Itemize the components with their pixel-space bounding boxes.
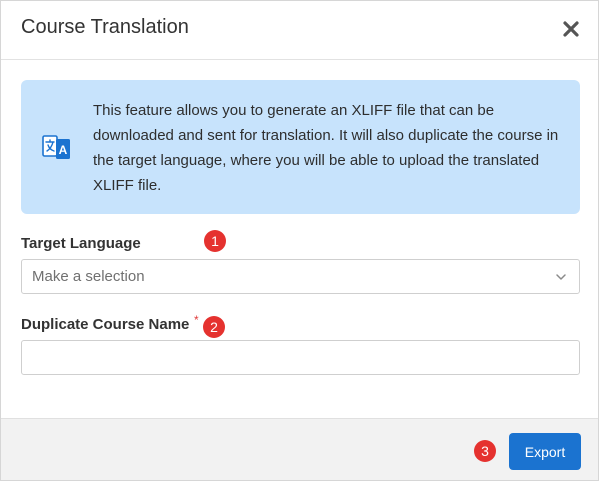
target-language-label: Target Language <box>21 235 141 252</box>
close-button[interactable] <box>559 17 583 41</box>
step-marker-2: 2 <box>203 316 225 338</box>
close-icon <box>563 21 579 37</box>
info-panel: A This feature allows you to generate an… <box>21 80 580 214</box>
dialog-title: Course Translation <box>21 16 189 38</box>
duplicate-course-name-input[interactable] <box>21 340 580 375</box>
svg-text:A: A <box>59 143 68 157</box>
chevron-down-icon <box>556 274 566 280</box>
translate-icon: A <box>41 131 73 163</box>
export-button[interactable]: Export <box>509 433 581 470</box>
target-language-value: Make a selection <box>32 268 145 285</box>
step-marker-1: 1 <box>204 230 226 252</box>
info-text: This feature allows you to generate an X… <box>93 102 559 194</box>
course-translation-dialog: Course Translation A This feature allows… <box>0 0 599 481</box>
required-asterisk: * <box>194 313 199 327</box>
target-language-select[interactable]: Make a selection <box>21 259 580 294</box>
step-marker-3: 3 <box>474 440 496 462</box>
dialog-header: Course Translation <box>1 1 598 60</box>
duplicate-course-name-label: Duplicate Course Name <box>21 316 190 333</box>
